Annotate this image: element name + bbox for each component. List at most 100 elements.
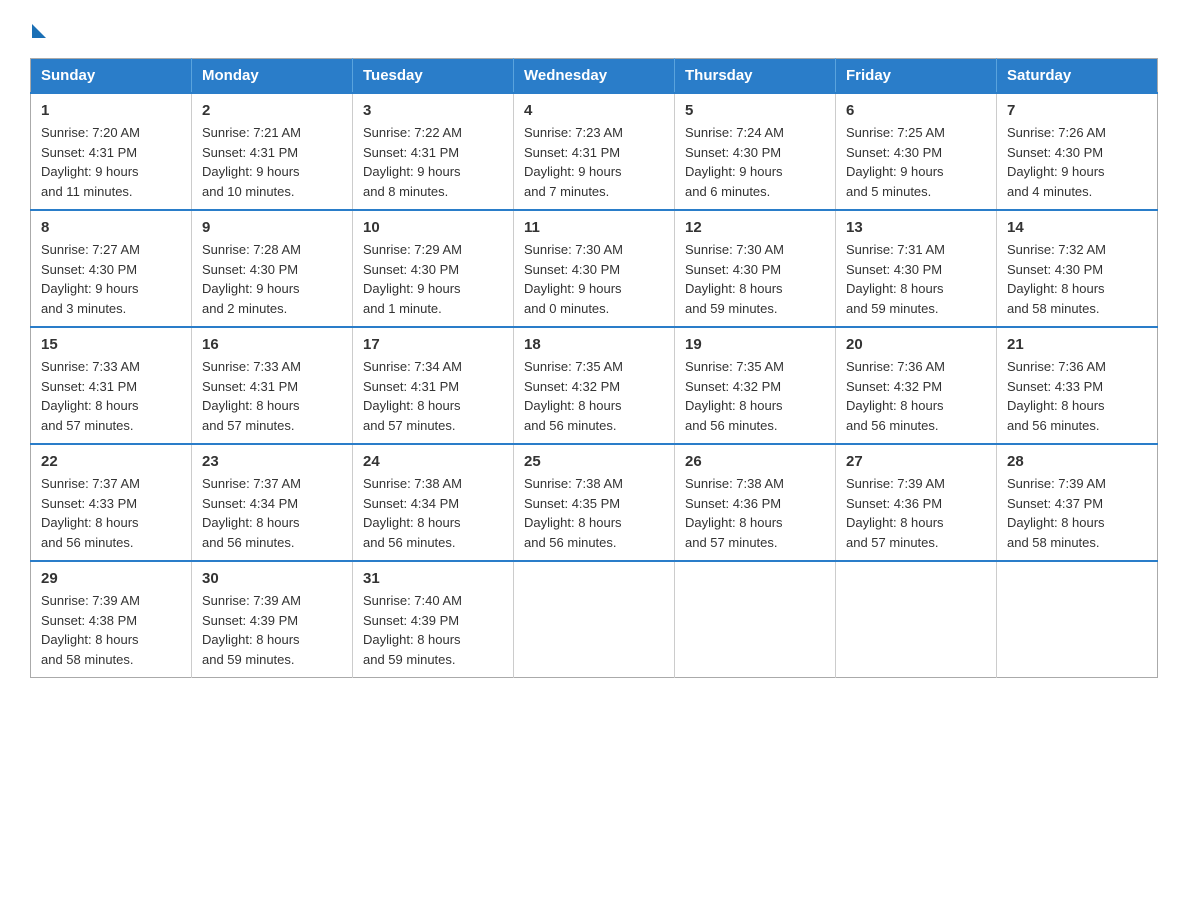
day-number: 27 [846, 453, 986, 470]
day-cell: 22 Sunrise: 7:37 AMSunset: 4:33 PMDayligh… [31, 444, 192, 561]
day-info: Sunrise: 7:32 AMSunset: 4:30 PMDaylight:… [1007, 240, 1147, 318]
day-number: 1 [41, 102, 181, 119]
page-header [30, 20, 1158, 38]
day-cell: 29 Sunrise: 7:39 AMSunset: 4:38 PMDayligh… [31, 561, 192, 678]
day-info: Sunrise: 7:34 AMSunset: 4:31 PMDaylight:… [363, 357, 503, 435]
day-cell [675, 561, 836, 678]
day-number: 2 [202, 102, 342, 119]
header-day-friday: Friday [836, 59, 997, 94]
day-cell: 1 Sunrise: 7:20 AMSunset: 4:31 PMDaylight… [31, 93, 192, 210]
day-info: Sunrise: 7:38 AMSunset: 4:34 PMDaylight:… [363, 474, 503, 552]
day-number: 24 [363, 453, 503, 470]
header-day-sunday: Sunday [31, 59, 192, 94]
week-row-3: 15Sunrise: 7:33 AMSunset: 4:31 PMDayligh… [31, 327, 1158, 444]
day-cell [997, 561, 1158, 678]
calendar-body: 1 Sunrise: 7:20 AMSunset: 4:31 PMDaylight… [31, 93, 1158, 678]
day-info: Sunrise: 7:22 AMSunset: 4:31 PMDaylight:… [363, 123, 503, 201]
day-info: Sunrise: 7:39 AMSunset: 4:36 PMDaylight:… [846, 474, 986, 552]
day-cell: 14 Sunrise: 7:32 AMSunset: 4:30 PMDayligh… [997, 210, 1158, 327]
day-number: 28 [1007, 453, 1147, 470]
day-info: Sunrise: 7:25 AMSunset: 4:30 PMDaylight:… [846, 123, 986, 201]
day-info: Sunrise: 7:36 AMSunset: 4:33 PMDaylight:… [1007, 357, 1147, 435]
day-cell: 8Sunrise: 7:27 AMSunset: 4:30 PMDaylight… [31, 210, 192, 327]
day-info: Sunrise: 7:26 AMSunset: 4:30 PMDaylight:… [1007, 123, 1147, 201]
day-cell: 17 Sunrise: 7:34 AMSunset: 4:31 PMDayligh… [353, 327, 514, 444]
week-row-5: 29 Sunrise: 7:39 AMSunset: 4:38 PMDayligh… [31, 561, 1158, 678]
day-info: Sunrise: 7:30 AMSunset: 4:30 PMDaylight:… [524, 240, 664, 318]
day-info: Sunrise: 7:37 AMSunset: 4:33 PMDaylight:… [41, 474, 181, 552]
day-info: Sunrise: 7:33 AMSunset: 4:31 PMDaylight:… [41, 357, 181, 435]
day-cell: 2 Sunrise: 7:21 AMSunset: 4:31 PMDaylight… [192, 93, 353, 210]
day-number: 23 [202, 453, 342, 470]
day-number: 4 [524, 102, 664, 119]
day-info: Sunrise: 7:39 AMSunset: 4:38 PMDaylight:… [41, 591, 181, 669]
day-number: 16 [202, 336, 342, 353]
day-number: 6 [846, 102, 986, 119]
day-cell: 11 Sunrise: 7:30 AMSunset: 4:30 PMDayligh… [514, 210, 675, 327]
day-number: 21 [1007, 336, 1147, 353]
day-number: 14 [1007, 219, 1147, 236]
day-cell: 18 Sunrise: 7:35 AMSunset: 4:32 PMDayligh… [514, 327, 675, 444]
day-number: 17 [363, 336, 503, 353]
header-day-thursday: Thursday [675, 59, 836, 94]
day-cell: 12Sunrise: 7:30 AMSunset: 4:30 PMDayligh… [675, 210, 836, 327]
day-number: 18 [524, 336, 664, 353]
calendar-header: SundayMondayTuesdayWednesdayThursdayFrid… [31, 59, 1158, 94]
day-info: Sunrise: 7:21 AMSunset: 4:31 PMDaylight:… [202, 123, 342, 201]
day-cell: 27 Sunrise: 7:39 AMSunset: 4:36 PMDayligh… [836, 444, 997, 561]
day-number: 5 [685, 102, 825, 119]
day-info: Sunrise: 7:35 AMSunset: 4:32 PMDaylight:… [524, 357, 664, 435]
day-cell: 31 Sunrise: 7:40 AMSunset: 4:39 PMDayligh… [353, 561, 514, 678]
day-info: Sunrise: 7:27 AMSunset: 4:30 PMDaylight:… [41, 240, 181, 318]
day-number: 20 [846, 336, 986, 353]
day-cell: 20 Sunrise: 7:36 AMSunset: 4:32 PMDayligh… [836, 327, 997, 444]
day-info: Sunrise: 7:37 AMSunset: 4:34 PMDaylight:… [202, 474, 342, 552]
day-cell: 13Sunrise: 7:31 AMSunset: 4:30 PMDayligh… [836, 210, 997, 327]
header-day-tuesday: Tuesday [353, 59, 514, 94]
day-info: Sunrise: 7:31 AMSunset: 4:30 PMDaylight:… [846, 240, 986, 318]
day-cell: 6 Sunrise: 7:25 AMSunset: 4:30 PMDaylight… [836, 93, 997, 210]
day-info: Sunrise: 7:36 AMSunset: 4:32 PMDaylight:… [846, 357, 986, 435]
day-info: Sunrise: 7:39 AMSunset: 4:39 PMDaylight:… [202, 591, 342, 669]
logo-triangle-icon [32, 24, 46, 38]
day-number: 22 [41, 453, 181, 470]
day-info: Sunrise: 7:24 AMSunset: 4:30 PMDaylight:… [685, 123, 825, 201]
day-cell: 16 Sunrise: 7:33 AMSunset: 4:31 PMDayligh… [192, 327, 353, 444]
day-info: Sunrise: 7:38 AMSunset: 4:35 PMDaylight:… [524, 474, 664, 552]
day-info: Sunrise: 7:40 AMSunset: 4:39 PMDaylight:… [363, 591, 503, 669]
day-number: 9 [202, 219, 342, 236]
day-info: Sunrise: 7:30 AMSunset: 4:30 PMDaylight:… [685, 240, 825, 318]
header-day-monday: Monday [192, 59, 353, 94]
header-row: SundayMondayTuesdayWednesdayThursdayFrid… [31, 59, 1158, 94]
day-cell: 30 Sunrise: 7:39 AMSunset: 4:39 PMDayligh… [192, 561, 353, 678]
week-row-2: 8Sunrise: 7:27 AMSunset: 4:30 PMDaylight… [31, 210, 1158, 327]
day-cell: 24 Sunrise: 7:38 AMSunset: 4:34 PMDayligh… [353, 444, 514, 561]
calendar-table: SundayMondayTuesdayWednesdayThursdayFrid… [30, 58, 1158, 678]
day-cell [836, 561, 997, 678]
header-day-saturday: Saturday [997, 59, 1158, 94]
day-number: 7 [1007, 102, 1147, 119]
day-info: Sunrise: 7:38 AMSunset: 4:36 PMDaylight:… [685, 474, 825, 552]
day-number: 31 [363, 570, 503, 587]
day-cell: 19 Sunrise: 7:35 AMSunset: 4:32 PMDayligh… [675, 327, 836, 444]
day-cell: 10Sunrise: 7:29 AMSunset: 4:30 PMDayligh… [353, 210, 514, 327]
day-number: 3 [363, 102, 503, 119]
day-number: 10 [363, 219, 503, 236]
day-cell: 26 Sunrise: 7:38 AMSunset: 4:36 PMDayligh… [675, 444, 836, 561]
day-number: 29 [41, 570, 181, 587]
day-number: 26 [685, 453, 825, 470]
day-number: 19 [685, 336, 825, 353]
day-cell: 4Sunrise: 7:23 AMSunset: 4:31 PMDaylight… [514, 93, 675, 210]
day-cell: 5 Sunrise: 7:24 AMSunset: 4:30 PMDaylight… [675, 93, 836, 210]
day-cell: 9 Sunrise: 7:28 AMSunset: 4:30 PMDaylight… [192, 210, 353, 327]
day-info: Sunrise: 7:33 AMSunset: 4:31 PMDaylight:… [202, 357, 342, 435]
day-info: Sunrise: 7:35 AMSunset: 4:32 PMDaylight:… [685, 357, 825, 435]
header-day-wednesday: Wednesday [514, 59, 675, 94]
week-row-4: 22 Sunrise: 7:37 AMSunset: 4:33 PMDayligh… [31, 444, 1158, 561]
day-number: 30 [202, 570, 342, 587]
logo [30, 20, 48, 38]
day-info: Sunrise: 7:28 AMSunset: 4:30 PMDaylight:… [202, 240, 342, 318]
day-cell: 28Sunrise: 7:39 AMSunset: 4:37 PMDayligh… [997, 444, 1158, 561]
day-info: Sunrise: 7:20 AMSunset: 4:31 PMDaylight:… [41, 123, 181, 201]
day-number: 11 [524, 219, 664, 236]
